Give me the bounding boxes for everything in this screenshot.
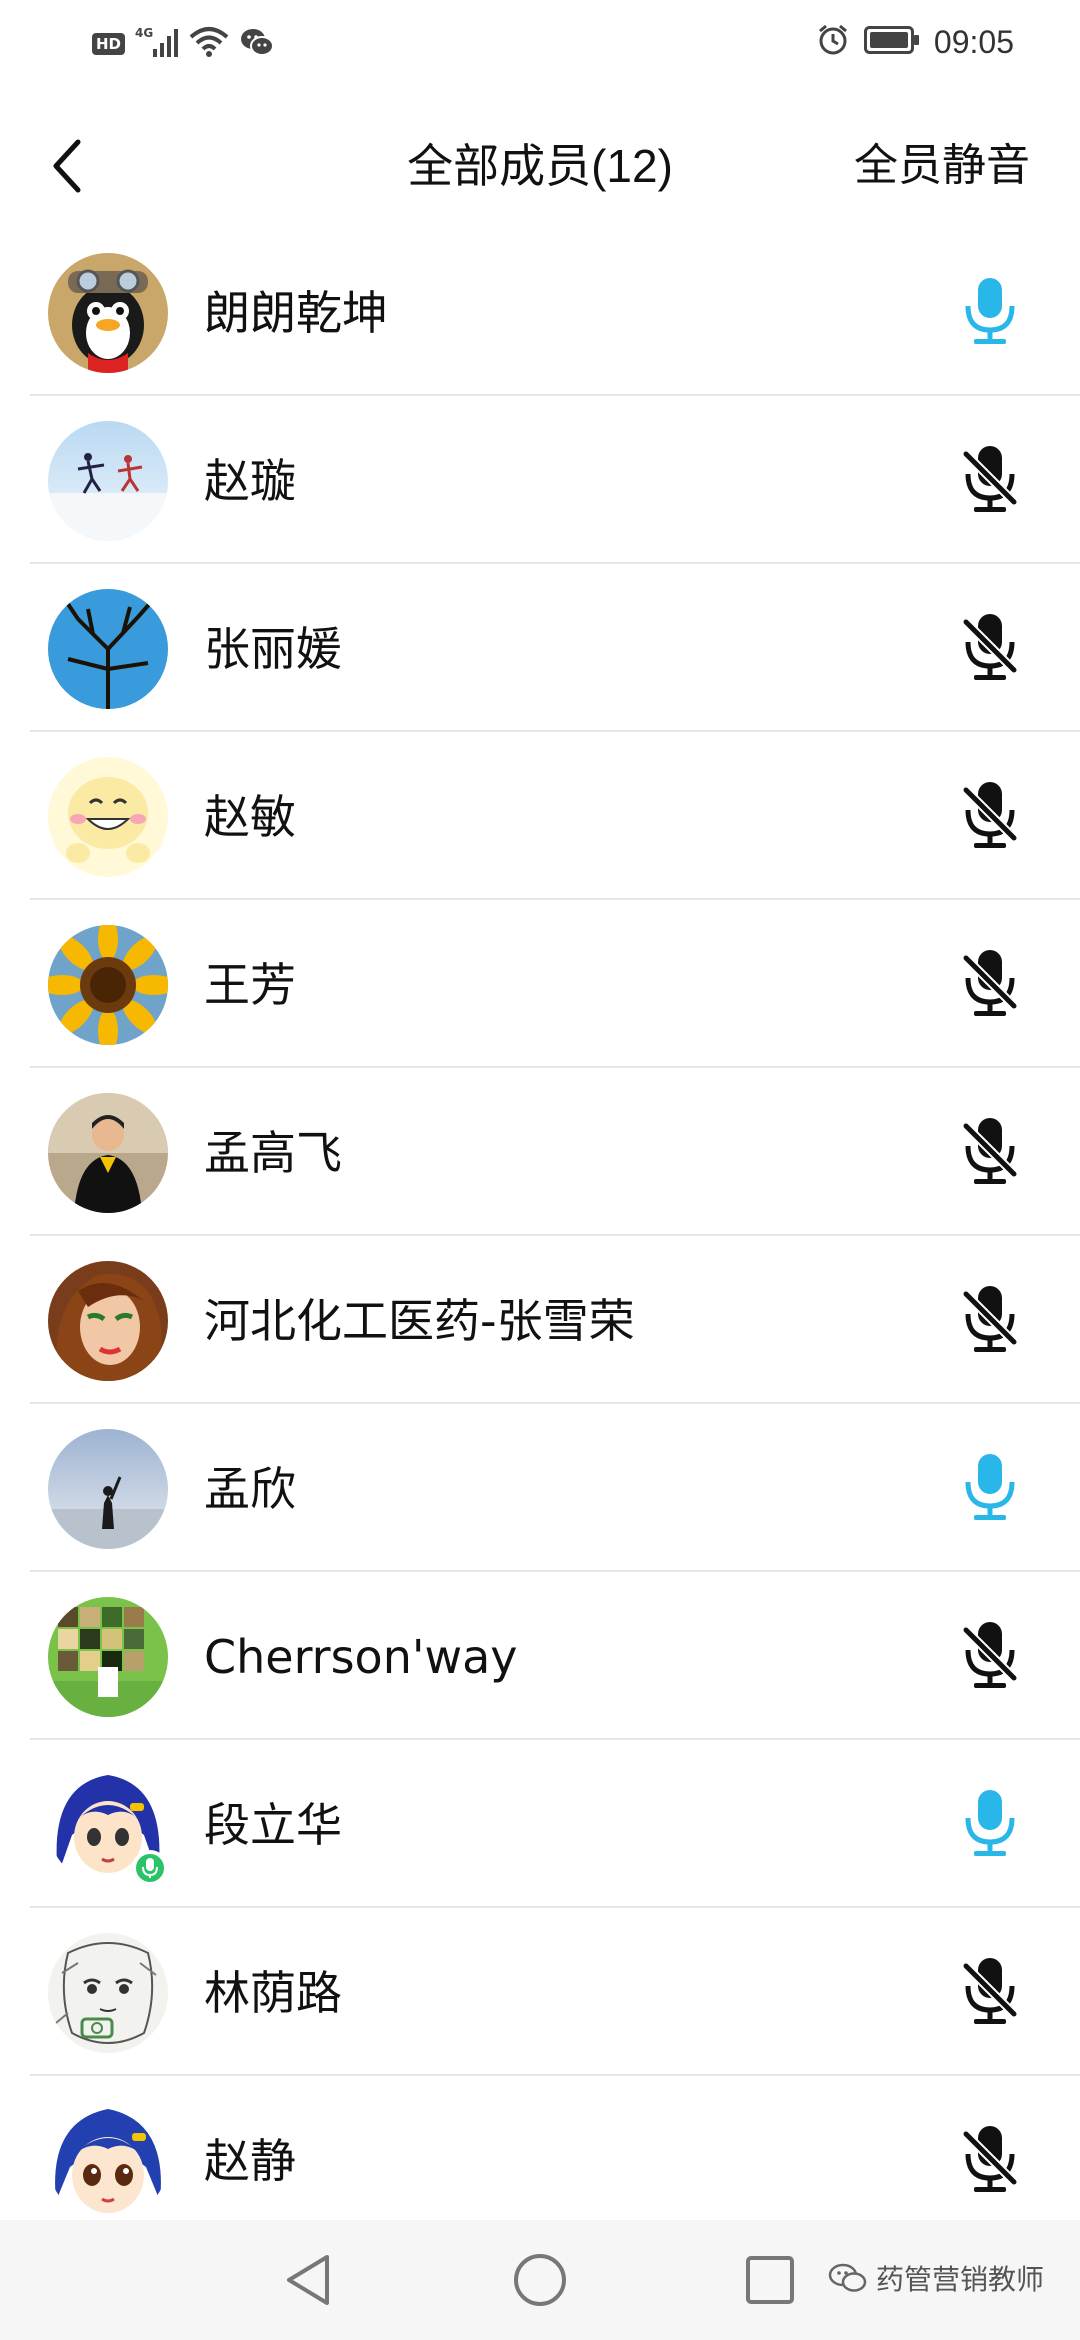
member-name: 孟欣 xyxy=(204,1462,296,1516)
member-row[interactable]: 赵璇 xyxy=(0,396,1080,564)
mic-on-icon[interactable] xyxy=(956,1448,1024,1528)
wechat-icon xyxy=(828,2263,867,2292)
circle-home-icon xyxy=(514,2254,566,2306)
mic-off-icon[interactable] xyxy=(956,2120,1024,2200)
member-name: 赵璇 xyxy=(204,454,296,508)
member-row[interactable]: 王芳 xyxy=(0,900,1080,1068)
mic-on-icon[interactable] xyxy=(956,272,1024,352)
member-name: 孟高飞 xyxy=(204,1126,342,1180)
member-name: 林荫路 xyxy=(204,1966,342,2020)
member-name: Cherrson'way xyxy=(204,1630,518,1684)
avatar[interactable] xyxy=(48,589,168,709)
avatar[interactable] xyxy=(48,1093,168,1213)
member-row[interactable]: 段立华 xyxy=(0,1740,1080,1908)
member-row[interactable]: 赵敏 xyxy=(0,732,1080,900)
status-time: 09:05 xyxy=(933,23,1014,60)
square-recents-icon xyxy=(746,2256,794,2304)
avatar[interactable] xyxy=(48,757,168,877)
status-right: 09:05 xyxy=(816,20,1014,64)
status-bar: HD 4G 09:05 xyxy=(0,0,1080,84)
member-name: 河北化工医药-张雪荣 xyxy=(204,1294,635,1348)
nav-home-button[interactable] xyxy=(510,2250,570,2310)
member-list: 朗朗乾坤 赵璇 张丽媛 赵敏 王芳 孟高飞 河北化工医药-张雪荣 孟欣 Cher… xyxy=(0,228,1080,2244)
avatar[interactable] xyxy=(48,925,168,1045)
member-name: 赵敏 xyxy=(204,790,296,844)
avatar[interactable] xyxy=(48,1597,168,1717)
svg-text:4G: 4G xyxy=(135,26,153,40)
mic-off-icon[interactable] xyxy=(956,1616,1024,1696)
member-name: 段立华 xyxy=(204,1798,342,1852)
wifi-icon xyxy=(189,25,229,63)
mic-off-icon[interactable] xyxy=(956,440,1024,520)
avatar[interactable] xyxy=(48,1933,168,2053)
avatar[interactable] xyxy=(48,253,168,373)
avatar[interactable] xyxy=(48,1429,168,1549)
system-nav-bar: 药管营销教师 xyxy=(0,2220,1080,2340)
member-name: 朗朗乾坤 xyxy=(204,286,388,340)
hd-badge: HD xyxy=(92,33,126,55)
mic-off-icon[interactable] xyxy=(956,1952,1024,2032)
nav-back-button[interactable] xyxy=(278,2250,338,2310)
triangle-back-icon xyxy=(287,2255,329,2305)
watermark-text: 药管营销教师 xyxy=(875,2263,1044,2296)
nav-recents-button[interactable] xyxy=(740,2250,800,2310)
member-row[interactable]: 孟欣 xyxy=(0,1404,1080,1572)
member-name: 王芳 xyxy=(204,958,296,1012)
member-row[interactable]: 朗朗乾坤 xyxy=(0,228,1080,396)
mic-off-icon[interactable] xyxy=(956,944,1024,1024)
member-row[interactable]: 河北化工医药-张雪荣 xyxy=(0,1236,1080,1404)
member-row[interactable]: 林荫路 xyxy=(0,1908,1080,2076)
mic-off-icon[interactable] xyxy=(956,776,1024,856)
member-row[interactable]: 赵静 xyxy=(0,2076,1080,2244)
wechat-icon xyxy=(239,25,275,63)
member-name: 赵静 xyxy=(204,2134,296,2188)
member-name: 张丽媛 xyxy=(204,622,342,676)
avatar[interactable] xyxy=(48,421,168,541)
header: 全部成员(12) 全员静音 xyxy=(0,116,1080,216)
avatar[interactable] xyxy=(48,2101,168,2221)
avatar[interactable] xyxy=(48,1261,168,1381)
member-row[interactable]: Cherrson'way xyxy=(0,1572,1080,1740)
member-row[interactable]: 孟高飞 xyxy=(0,1068,1080,1236)
alarm-icon xyxy=(816,23,850,61)
mic-off-icon[interactable] xyxy=(956,608,1024,688)
mic-small-icon xyxy=(142,1858,158,1878)
speaking-badge xyxy=(132,1850,168,1886)
mic-off-icon[interactable] xyxy=(956,1280,1024,1360)
battery-icon xyxy=(863,26,920,58)
status-left: HD 4G xyxy=(92,24,275,64)
mic-on-icon[interactable] xyxy=(956,1784,1024,1864)
mic-off-icon[interactable] xyxy=(956,1112,1024,1192)
member-row[interactable]: 张丽媛 xyxy=(0,564,1080,732)
mute-all-button[interactable]: 全员静音 xyxy=(854,134,1030,198)
watermark: 药管营销教师 xyxy=(828,2258,1044,2298)
cell-signal-icon: 4G xyxy=(135,25,179,63)
